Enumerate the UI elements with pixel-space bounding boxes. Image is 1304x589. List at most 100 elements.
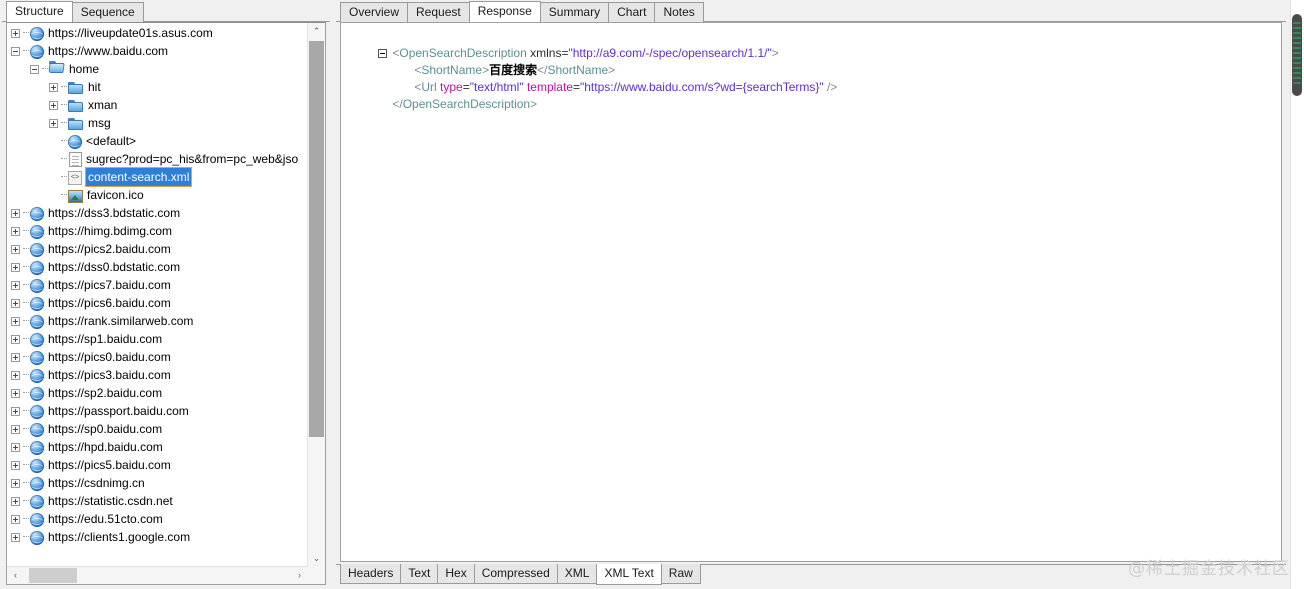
tab-request[interactable]: Request	[407, 2, 470, 22]
scroll-left-icon[interactable]: ‹	[7, 567, 24, 584]
xml-text-view[interactable]: <OpenSearchDescription xmlns="http://a9.…	[341, 23, 1281, 561]
tab-response[interactable]: Response	[468, 1, 541, 22]
expand-icon[interactable]	[11, 406, 20, 416]
tree-node-label: https://pics3.baidu.com	[48, 368, 171, 382]
tree-node[interactable]: https://statistic.csdn.net	[7, 492, 308, 510]
scroll-down-icon[interactable]: ⌄	[308, 550, 325, 567]
inspector-tabstrip: Overview Request Response Summary Chart Notes	[336, 1, 1286, 22]
expand-icon[interactable]	[49, 100, 58, 110]
tree-vscroll-thumb[interactable]	[309, 41, 324, 437]
bottom-tab-compressed[interactable]: Compressed	[473, 564, 558, 584]
bottom-tab-raw[interactable]: Raw	[660, 564, 701, 584]
expand-icon[interactable]	[11, 316, 20, 326]
xml-attr-name-type: type	[440, 80, 463, 94]
tab-sequence[interactable]: Sequence	[71, 2, 144, 22]
tree-node[interactable]: https://csdnimg.cn	[7, 474, 308, 492]
tree-node[interactable]: https://clients1.google.com	[7, 528, 308, 546]
tree-node-label: sugrec?prod=pc_his&from=pc_web&jso	[86, 152, 299, 166]
globe-icon	[30, 530, 44, 545]
tree-node[interactable]: https://pics0.baidu.com	[7, 348, 308, 366]
tree-node[interactable]: home	[7, 60, 308, 78]
tree-node[interactable]: https://pics5.baidu.com	[7, 456, 308, 474]
tree-node-label: https://pics5.baidu.com	[48, 458, 171, 472]
expand-icon[interactable]	[11, 262, 20, 272]
tree-node-label: https://passport.baidu.com	[48, 404, 189, 418]
tree-node[interactable]: https://rank.similarweb.com	[7, 312, 308, 330]
tree-node[interactable]: <default>	[7, 132, 308, 150]
scroll-up-icon[interactable]: ⌃	[308, 23, 325, 40]
bottom-tab-text[interactable]: Text	[400, 564, 439, 584]
tree-node[interactable]: https://www.baidu.com	[7, 42, 308, 60]
bottom-tab-hex[interactable]: Hex	[437, 564, 475, 584]
scroll-right-icon[interactable]: ›	[291, 567, 308, 584]
tab-overview[interactable]: Overview	[340, 2, 409, 22]
tree-node[interactable]: https://dss0.bdstatic.com	[7, 258, 308, 276]
tree-hscroll-thumb[interactable]	[29, 568, 77, 583]
tab-summary[interactable]: Summary	[539, 2, 610, 22]
expand-icon[interactable]	[11, 352, 20, 362]
tree-node[interactable]: https://sp0.baidu.com	[7, 420, 308, 438]
bottom-tab-xml[interactable]: XML	[556, 564, 598, 584]
tree-node[interactable]: https://sp1.baidu.com	[7, 330, 308, 348]
globe-icon	[30, 296, 44, 311]
tree-node[interactable]: https://hpd.baidu.com	[7, 438, 308, 456]
collapse-icon[interactable]	[11, 46, 20, 56]
expand-icon[interactable]	[11, 208, 20, 218]
expand-icon[interactable]	[11, 334, 20, 344]
tree-node[interactable]: msg	[7, 114, 308, 132]
tree-node[interactable]: https://dss3.bdstatic.com	[7, 204, 308, 222]
tree-vertical-scrollbar[interactable]: ⌃ ⌄	[307, 23, 325, 567]
expand-icon[interactable]	[11, 370, 20, 380]
expand-icon[interactable]	[11, 514, 20, 524]
tab-structure[interactable]: Structure	[6, 1, 73, 22]
expand-icon[interactable]	[11, 460, 20, 470]
tree-node[interactable]: https://pics7.baidu.com	[7, 276, 308, 294]
collapse-toggle-icon[interactable]	[378, 49, 388, 59]
globe-icon	[30, 368, 44, 383]
tree-node[interactable]: https://pics2.baidu.com	[7, 240, 308, 258]
tree-node[interactable]: favicon.ico	[7, 186, 308, 204]
tree-node[interactable]: <> content-search.xml	[7, 167, 308, 187]
tree-node[interactable]: hit	[7, 78, 308, 96]
tree-connector	[23, 320, 29, 322]
tab-notes[interactable]: Notes	[654, 2, 704, 22]
tree-node[interactable]: https://himg.bdimg.com	[7, 222, 308, 240]
tree-node[interactable]: https://edu.51cto.com	[7, 510, 308, 528]
tree-expander-spacer	[49, 191, 61, 200]
xml-attr-value-type: "text/html"	[469, 80, 524, 94]
expand-icon[interactable]	[11, 298, 20, 308]
globe-icon	[30, 476, 44, 491]
tree-node[interactable]: https://passport.baidu.com	[7, 402, 308, 420]
expand-icon[interactable]	[11, 478, 20, 488]
tree-connector	[61, 176, 67, 178]
expand-icon[interactable]	[11, 442, 20, 452]
expand-icon[interactable]	[11, 496, 20, 506]
expand-icon[interactable]	[11, 424, 20, 434]
expand-icon[interactable]	[11, 226, 20, 236]
bottom-tab-headers[interactable]: Headers	[340, 564, 402, 584]
xml-end-close: >	[530, 97, 538, 111]
tree-node-label: https://sp0.baidu.com	[48, 422, 163, 436]
tree-node[interactable]: https://liveupdate01s.asus.com	[7, 24, 308, 42]
app-window: Structure Sequence https://liveupdate01s…	[0, 0, 1304, 589]
os-scrollbar[interactable]	[1290, 0, 1304, 589]
collapse-icon[interactable]	[30, 64, 39, 74]
session-tree-viewport[interactable]: https://liveupdate01s.asus.com https://ww…	[7, 23, 308, 567]
tree-node[interactable]: xman	[7, 96, 308, 114]
expand-icon[interactable]	[11, 280, 20, 290]
tree-node[interactable]: https://pics3.baidu.com	[7, 366, 308, 384]
tree-node[interactable]: https://sp2.baidu.com	[7, 384, 308, 402]
tree-node[interactable]: sugrec?prod=pc_his&from=pc_web&jso	[7, 150, 308, 168]
expand-icon[interactable]	[11, 28, 20, 38]
tab-chart[interactable]: Chart	[608, 2, 656, 22]
folder-open-icon	[49, 61, 65, 77]
expand-icon[interactable]	[49, 118, 58, 128]
expand-icon[interactable]	[49, 82, 58, 92]
expand-icon[interactable]	[11, 532, 20, 542]
expand-icon[interactable]	[11, 388, 20, 398]
tree-node[interactable]: https://pics6.baidu.com	[7, 294, 308, 312]
image-file-icon	[68, 189, 83, 203]
bottom-tab-xml-text[interactable]: XML Text	[596, 564, 662, 585]
expand-icon[interactable]	[11, 244, 20, 254]
tree-horizontal-scrollbar[interactable]: ‹ ›	[7, 566, 308, 584]
